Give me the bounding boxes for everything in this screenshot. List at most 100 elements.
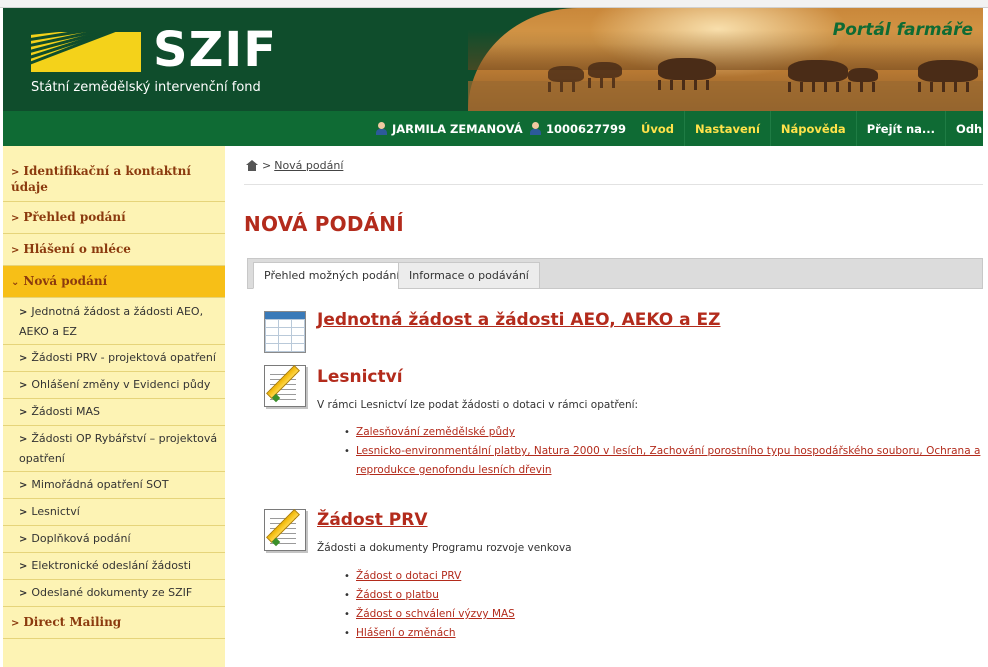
sidebar-subitem-label: Žádosti PRV - projektová opatření [31, 351, 216, 364]
chevron-right-icon: > [11, 618, 20, 629]
link-zadost-o-dotaci-prv[interactable]: Žádost o dotaci PRV [356, 570, 461, 582]
browser-top-strip [0, 0, 988, 8]
main-content: > Nová podání NOVÁ PODÁNÍ Přehled možnýc… [244, 146, 983, 667]
sidebar-item-label: Hlášení o mléce [23, 242, 131, 256]
top-navbar: JARMILA ZEMANOVÁ 1000627799 Úvod Nastave… [3, 111, 988, 146]
sidebar-subitem-mimoradna-opatreni[interactable]: > Mimořádná opatření SOT [3, 472, 225, 499]
section-link-zadost-prv[interactable]: Žádost PRV [317, 510, 428, 530]
sidebar-subitem-label: Jednotná žádost a žádosti AEO, AEKO a EZ [19, 305, 204, 338]
user-id-label: 1000627799 [546, 121, 627, 136]
home-icon[interactable] [246, 160, 258, 171]
sidebar-subitem-doplnkova-podani[interactable]: > Doplňková podání [3, 526, 225, 553]
chevron-right-icon: > [11, 213, 20, 224]
user-id-icon [529, 122, 542, 135]
chevron-right-icon: > [19, 380, 28, 391]
section-description-lesnictvi: V rámci Lesnictví lze podat žádosti o do… [317, 399, 639, 411]
sidebar-subitem-jednotna-zadost[interactable]: > Jednotná žádost a žádosti AEO, AEKO a E… [3, 298, 225, 345]
bullet-icon: • [344, 427, 350, 438]
sidebar-item-label: Identifikační a kontaktní údaje [11, 164, 191, 194]
sidebar-subitem-label: Doplňková podání [31, 532, 131, 545]
chevron-right-icon: > [19, 507, 28, 518]
sidebar-item-direct-mailing[interactable]: > Direct Mailing [3, 607, 225, 639]
tab-prehled-moznych-podani[interactable]: Přehled možných podání [253, 262, 411, 289]
chevron-right-icon: > [19, 588, 28, 599]
sidebar-item-hlaseni-o-mlece[interactable]: > Hlášení o mléce [3, 234, 225, 266]
nav-odhlasit[interactable]: Odhlásit [945, 111, 988, 146]
bullet-icon: • [344, 609, 350, 620]
user-id: 1000627799 [529, 111, 626, 146]
chevron-right-icon: > [11, 167, 20, 178]
nav-prejit-na[interactable]: Přejít na... [855, 111, 945, 146]
sidebar-subitem-ohlaseni-zmeny[interactable]: > Ohlášení změny v Evidenci půdy [3, 372, 225, 399]
chevron-right-icon: > [19, 407, 28, 418]
list-item: • Žádost o platbu [344, 586, 515, 605]
user-icon [375, 122, 388, 135]
sidebar-item-identifikacni-udaje[interactable]: > Identifikační a kontaktní údaje [3, 156, 225, 202]
sidebar-subitem-elektronicke-odeslani[interactable]: > Elektronické odeslání žádosti [3, 553, 225, 580]
chevron-right-icon: > [19, 434, 28, 445]
chevron-right-icon: > [11, 245, 20, 256]
link-lesnicko-environmentalni-platby[interactable]: Lesnicko-environmentální platby, Natura … [356, 445, 980, 457]
sidebar-subitem-label: Žádosti MAS [31, 405, 100, 418]
section-description-prv: Žádosti a dokumenty Programu rozvoje ven… [317, 542, 572, 554]
logo-wordmark: SZIF [153, 22, 278, 78]
list-item: • Zalesňování zemědělské půdy [344, 423, 980, 442]
section-link-jednotna-zadost[interactable]: Jednotná žádost a žádosti AEO, AEKO a EZ [317, 310, 721, 330]
nav-napoveda[interactable]: Nápověda [769, 111, 856, 146]
sidebar-subitem-op-rybarstvi[interactable]: > Žádosti OP Rybářství – projektová opatř… [3, 426, 225, 472]
bullet-icon: • [344, 571, 350, 582]
sidebar-subitem-odeslane-dokumenty[interactable]: > Odeslané dokumenty ze SZIF [3, 580, 225, 607]
document-pencil-icon [264, 365, 306, 407]
divider [244, 184, 983, 185]
user-name-label: JARMILA ZEMANOVÁ [392, 121, 523, 136]
sidebar-item-nova-podani[interactable]: ⌄ Nová podání [3, 266, 225, 298]
link-zadost-o-schvaleni-vyzvy-mas[interactable]: Žádost o schválení výzvy MAS [356, 608, 515, 620]
sidebar-item-label: Nová podání [23, 274, 108, 288]
link-zalesnovani[interactable]: Zalesňování zemědělské půdy [356, 426, 515, 438]
list-item: reprodukce genofondu lesních dřevin [344, 461, 980, 480]
sidebar-subitem-label: Odeslané dokumenty ze SZIF [31, 586, 193, 599]
user-name: JARMILA ZEMANOVÁ [375, 111, 523, 146]
sidebar-subitem-lesnictvi[interactable]: > Lesnictví [3, 499, 225, 526]
breadcrumb-separator: > [262, 159, 272, 172]
link-hlaseni-o-zmenach[interactable]: Hlášení o změnách [356, 627, 456, 639]
link-lesnicko-environmentalni-platby-cont[interactable]: reprodukce genofondu lesních dřevin [356, 464, 552, 476]
sidebar-subitem-zadosti-mas[interactable]: > Žádosti MAS [3, 399, 225, 426]
sidebar-subitem-zadosti-prv[interactable]: > Žádosti PRV - projektová opatření [3, 345, 225, 372]
szif-logo-mark [31, 32, 141, 72]
portal-title: Portál farmáře [832, 20, 973, 40]
sidebar-item-label: Přehled podání [23, 210, 126, 224]
list-item: • Hlášení o změnách [344, 624, 515, 643]
document-pencil-icon [264, 509, 306, 551]
sidebar: > Identifikační a kontaktní údaje > Přehle… [3, 146, 225, 667]
bullet-icon: • [344, 446, 350, 457]
nav-uvod[interactable]: Úvod [631, 111, 684, 146]
nav-nastaveni[interactable]: Nastavení [683, 111, 770, 146]
link-zadost-o-platbu[interactable]: Žádost o platbu [356, 589, 439, 601]
chevron-right-icon: > [19, 534, 28, 545]
nav-menu: Úvod Nastavení Nápověda Přejít na... Odh… [631, 111, 988, 146]
site-header: SZIF Státní zemědělský intervenční fond … [3, 8, 983, 111]
chevron-right-icon: > [19, 561, 28, 572]
sidebar-item-label: Direct Mailing [23, 615, 122, 629]
sidebar-subitem-label: Mimořádná opatření SOT [31, 478, 169, 491]
sidebar-subitem-label: Ohlášení změny v Evidenci půdy [31, 378, 211, 391]
bullet-icon: • [344, 590, 350, 601]
logo-subtitle: Státní zemědělský intervenční fond [31, 80, 261, 95]
list-item: • Lesnicko-environmentální platby, Natura… [344, 442, 980, 461]
sidebar-item-prehled-podani[interactable]: > Přehled podání [3, 202, 225, 234]
sidebar-subitem-label: Žádosti OP Rybářství – projektová opatře… [19, 432, 218, 465]
breadcrumb-current-link[interactable]: Nová podání [274, 159, 343, 172]
chevron-right-icon: > [19, 353, 28, 364]
chevron-down-icon: ⌄ [11, 277, 20, 288]
prv-links: • Žádost o dotaci PRV • Žádost o platbu • Ž… [344, 567, 515, 643]
bullet-icon: • [344, 628, 350, 639]
page-title: NOVÁ PODÁNÍ [244, 212, 404, 236]
sidebar-subitem-label: Lesnictví [31, 505, 80, 518]
tab-informace-o-podavani[interactable]: Informace o podávání [398, 262, 540, 289]
section-title-lesnictvi: Lesnictví [317, 367, 403, 387]
tab-bar: Přehled možných podání Informace o podáv… [247, 258, 983, 289]
breadcrumb: > Nová podání [246, 159, 343, 172]
list-item: • Žádost o dotaci PRV [344, 567, 515, 586]
chevron-right-icon: > [19, 480, 28, 491]
